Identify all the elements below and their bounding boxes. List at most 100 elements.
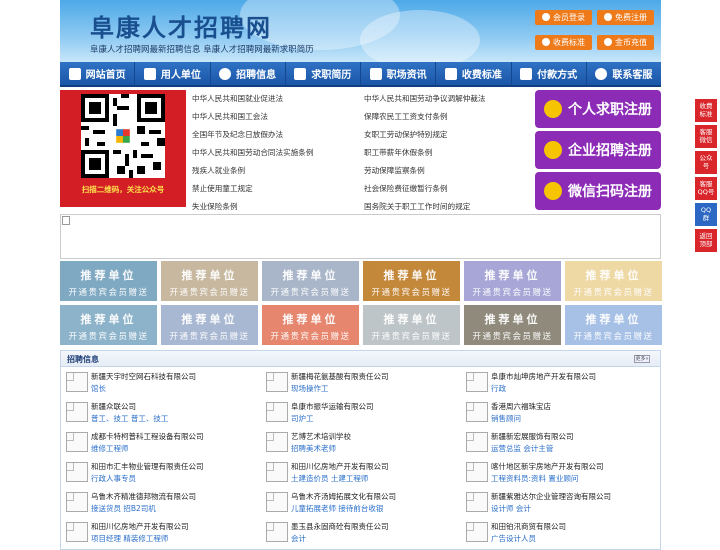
- law-link[interactable]: 中华人民共和国劳动争议调解仲裁法: [364, 93, 486, 104]
- job-positions[interactable]: 接送货员 招B2司机: [91, 503, 156, 514]
- sidebar-item[interactable]: QQ 群: [695, 203, 717, 226]
- nav-item-payment[interactable]: 付款方式: [512, 62, 587, 85]
- company-logo-icon[interactable]: [66, 432, 88, 452]
- company-logo-icon[interactable]: [266, 462, 288, 482]
- job-item[interactable]: 艺博艺术培训学校 招聘美术老师: [261, 430, 451, 455]
- nav-item-resumes[interactable]: 求职简历: [286, 62, 361, 85]
- company-name[interactable]: 成都卡特柯普科工程设备有限公司: [91, 431, 204, 442]
- nav-item-news[interactable]: 职场资讯: [361, 62, 437, 85]
- recommended-employer-slot[interactable]: 推荐单位 开通贵宾会员赠送: [565, 261, 662, 301]
- company-name[interactable]: 乌鲁木齐汤姆拓展文化有限公司: [291, 491, 396, 502]
- job-item[interactable]: 新疆紫雅达尔企业管理咨询有限公司 设计师 会计: [461, 490, 651, 515]
- company-logo-icon[interactable]: [466, 372, 488, 392]
- company-register-button[interactable]: 企业招聘注册: [535, 131, 661, 169]
- nav-item-pricing[interactable]: 收费标准: [436, 62, 512, 85]
- company-name[interactable]: 和田川亿房地产开发有限公司: [91, 521, 189, 532]
- law-link[interactable]: 中华人民共和国劳动合同法实施条例: [192, 147, 314, 158]
- job-item[interactable]: 成都卡特柯普科工程设备有限公司 维修工程师: [61, 430, 251, 455]
- company-name[interactable]: 和田市汇丰物业管理有限责任公司: [91, 461, 204, 472]
- recommended-employer-slot[interactable]: 推荐单位 开通贵宾会员赠送: [565, 305, 662, 345]
- company-name[interactable]: 阜康市灿坤房地产开发有限公司: [491, 371, 596, 382]
- law-link[interactable]: 失业保险条例: [192, 201, 238, 212]
- job-positions[interactable]: 销售顾问: [491, 413, 521, 424]
- job-item[interactable]: 和田市汇丰物业管理有限责任公司 行政人事专员: [61, 460, 251, 485]
- nav-item-contact[interactable]: 联系客服: [587, 62, 661, 85]
- company-logo-icon[interactable]: [466, 402, 488, 422]
- company-logo-icon[interactable]: [266, 402, 288, 422]
- sidebar-item[interactable]: 公众号: [695, 151, 717, 174]
- company-logo-icon[interactable]: [66, 492, 88, 512]
- job-item[interactable]: 喀什地区新宇房地产开发有限公司 工程资料员:资料 置业顾问: [461, 460, 651, 485]
- recommended-employer-slot[interactable]: 推荐单位 开通贵宾会员赠送: [60, 305, 157, 345]
- recommended-employer-slot[interactable]: 推荐单位 开通贵宾会员赠送: [363, 261, 460, 301]
- job-positions[interactable]: 土建造价员 土建工程师: [291, 473, 368, 484]
- pricing-button[interactable]: 收费标准: [535, 35, 592, 50]
- job-positions[interactable]: 运营总监 会计主管: [491, 443, 553, 454]
- nav-item-home[interactable]: 网站首页: [60, 62, 136, 85]
- nav-item-jobs[interactable]: 招聘信息: [211, 62, 286, 85]
- sidebar-item[interactable]: 客服 QQ号: [695, 177, 717, 200]
- law-link[interactable]: 女职工劳动保护特别规定: [364, 129, 448, 140]
- company-logo-icon[interactable]: [466, 432, 488, 452]
- company-logo-icon[interactable]: [266, 432, 288, 452]
- company-logo-icon[interactable]: [266, 372, 288, 392]
- job-item[interactable]: 乌鲁木齐精准德邦物流有限公司 接送货员 招B2司机: [61, 490, 251, 515]
- sidebar-item[interactable]: 客服 微信: [695, 125, 717, 148]
- company-logo-icon[interactable]: [66, 402, 88, 422]
- company-name[interactable]: 新疆新宏展服饰有限公司: [491, 431, 574, 442]
- sidebar-item[interactable]: 返回 顶部: [695, 229, 717, 252]
- law-link[interactable]: 劳动保障监察条例: [364, 165, 425, 176]
- recharge-button[interactable]: 金币充值: [597, 35, 654, 50]
- job-positions[interactable]: 普工、技工 普工、技工: [91, 413, 168, 424]
- job-item[interactable]: 新疆新宏展服饰有限公司 运营总监 会计主管: [461, 430, 651, 455]
- recommended-employer-slot[interactable]: 推荐单位 开通贵宾会员赠送: [161, 261, 258, 301]
- law-link[interactable]: 中华人民共和国工会法: [192, 111, 268, 122]
- company-name[interactable]: 新疆紫雅达尔企业管理咨询有限公司: [491, 491, 611, 502]
- company-name[interactable]: 阜康市振华运输有限公司: [291, 401, 374, 412]
- law-link[interactable]: 中华人民共和国就业促进法: [192, 93, 283, 104]
- job-positions[interactable]: 儿童拓展老师 接待前台收银: [291, 503, 383, 514]
- company-name[interactable]: 喀什地区新宇房地产开发有限公司: [491, 461, 604, 472]
- job-item[interactable]: 阜康市振华运输有限公司 司炉工: [261, 400, 451, 425]
- company-logo-icon[interactable]: [266, 522, 288, 542]
- company-logo-icon[interactable]: [66, 462, 88, 482]
- login-button[interactable]: 会员登录: [535, 10, 592, 25]
- job-item[interactable]: 墨玉县永固商砼有限责任公司 会计: [261, 520, 451, 545]
- job-positions[interactable]: 行政: [491, 383, 506, 394]
- job-item[interactable]: 乌鲁木齐汤姆拓展文化有限公司 儿童拓展老师 接待前台收银: [261, 490, 451, 515]
- job-item[interactable]: 新疆天宇时空网石科技有限公司 馆长: [61, 370, 251, 395]
- nav-item-employers[interactable]: 用人单位: [135, 62, 211, 85]
- job-positions[interactable]: 工程资料员:资料 置业顾问: [491, 473, 578, 484]
- company-name[interactable]: 香港周六福珠宝店: [491, 401, 551, 412]
- company-logo-icon[interactable]: [466, 492, 488, 512]
- law-link[interactable]: 禁止使用童工规定: [192, 183, 253, 194]
- company-name[interactable]: 新疆梅花氨基酸有限责任公司: [291, 371, 389, 382]
- law-link[interactable]: 全国年节及纪念日放假办法: [192, 129, 283, 140]
- job-positions[interactable]: 设计师 会计: [491, 503, 531, 514]
- job-item[interactable]: 新疆众联公司 普工、技工 普工、技工: [61, 400, 251, 425]
- job-item[interactable]: 香港周六福珠宝店 销售顾问: [461, 400, 651, 425]
- law-link[interactable]: 社会保险费征缴暂行条例: [364, 183, 448, 194]
- job-positions[interactable]: 招聘美术老师: [291, 443, 336, 454]
- company-name[interactable]: 新疆众联公司: [91, 401, 136, 412]
- company-logo-icon[interactable]: [66, 372, 88, 392]
- law-link[interactable]: 职工带薪年休假条例: [364, 147, 432, 158]
- wechat-register-button[interactable]: 微信扫码注册: [535, 172, 661, 210]
- job-item[interactable]: 新疆梅花氨基酸有限责任公司 现场操作工: [261, 370, 451, 395]
- company-logo-icon[interactable]: [66, 522, 88, 542]
- register-button[interactable]: 免费注册: [597, 10, 654, 25]
- banner-placeholder[interactable]: [60, 214, 661, 259]
- recommended-employer-slot[interactable]: 推荐单位 开通贵宾会员赠送: [262, 305, 359, 345]
- company-name[interactable]: 和田铂汛商贸有限公司: [491, 521, 566, 532]
- company-name[interactable]: 和田川亿房地产开发有限公司: [291, 461, 389, 472]
- job-positions[interactable]: 现场操作工: [291, 383, 329, 394]
- company-name[interactable]: 墨玉县永固商砼有限责任公司: [291, 521, 389, 532]
- personal-register-button[interactable]: 个人求职注册: [535, 90, 661, 128]
- job-positions[interactable]: 行政人事专员: [91, 473, 136, 484]
- company-name[interactable]: 新疆天宇时空网石科技有限公司: [91, 371, 196, 382]
- job-item[interactable]: 和田铂汛商贸有限公司 广告设计人员: [461, 520, 651, 545]
- site-title[interactable]: 阜康人才招聘网: [90, 8, 272, 43]
- recommended-employer-slot[interactable]: 推荐单位 开通贵宾会员赠送: [262, 261, 359, 301]
- job-positions[interactable]: 司炉工: [291, 413, 314, 424]
- law-link[interactable]: 残疾人就业条例: [192, 165, 245, 176]
